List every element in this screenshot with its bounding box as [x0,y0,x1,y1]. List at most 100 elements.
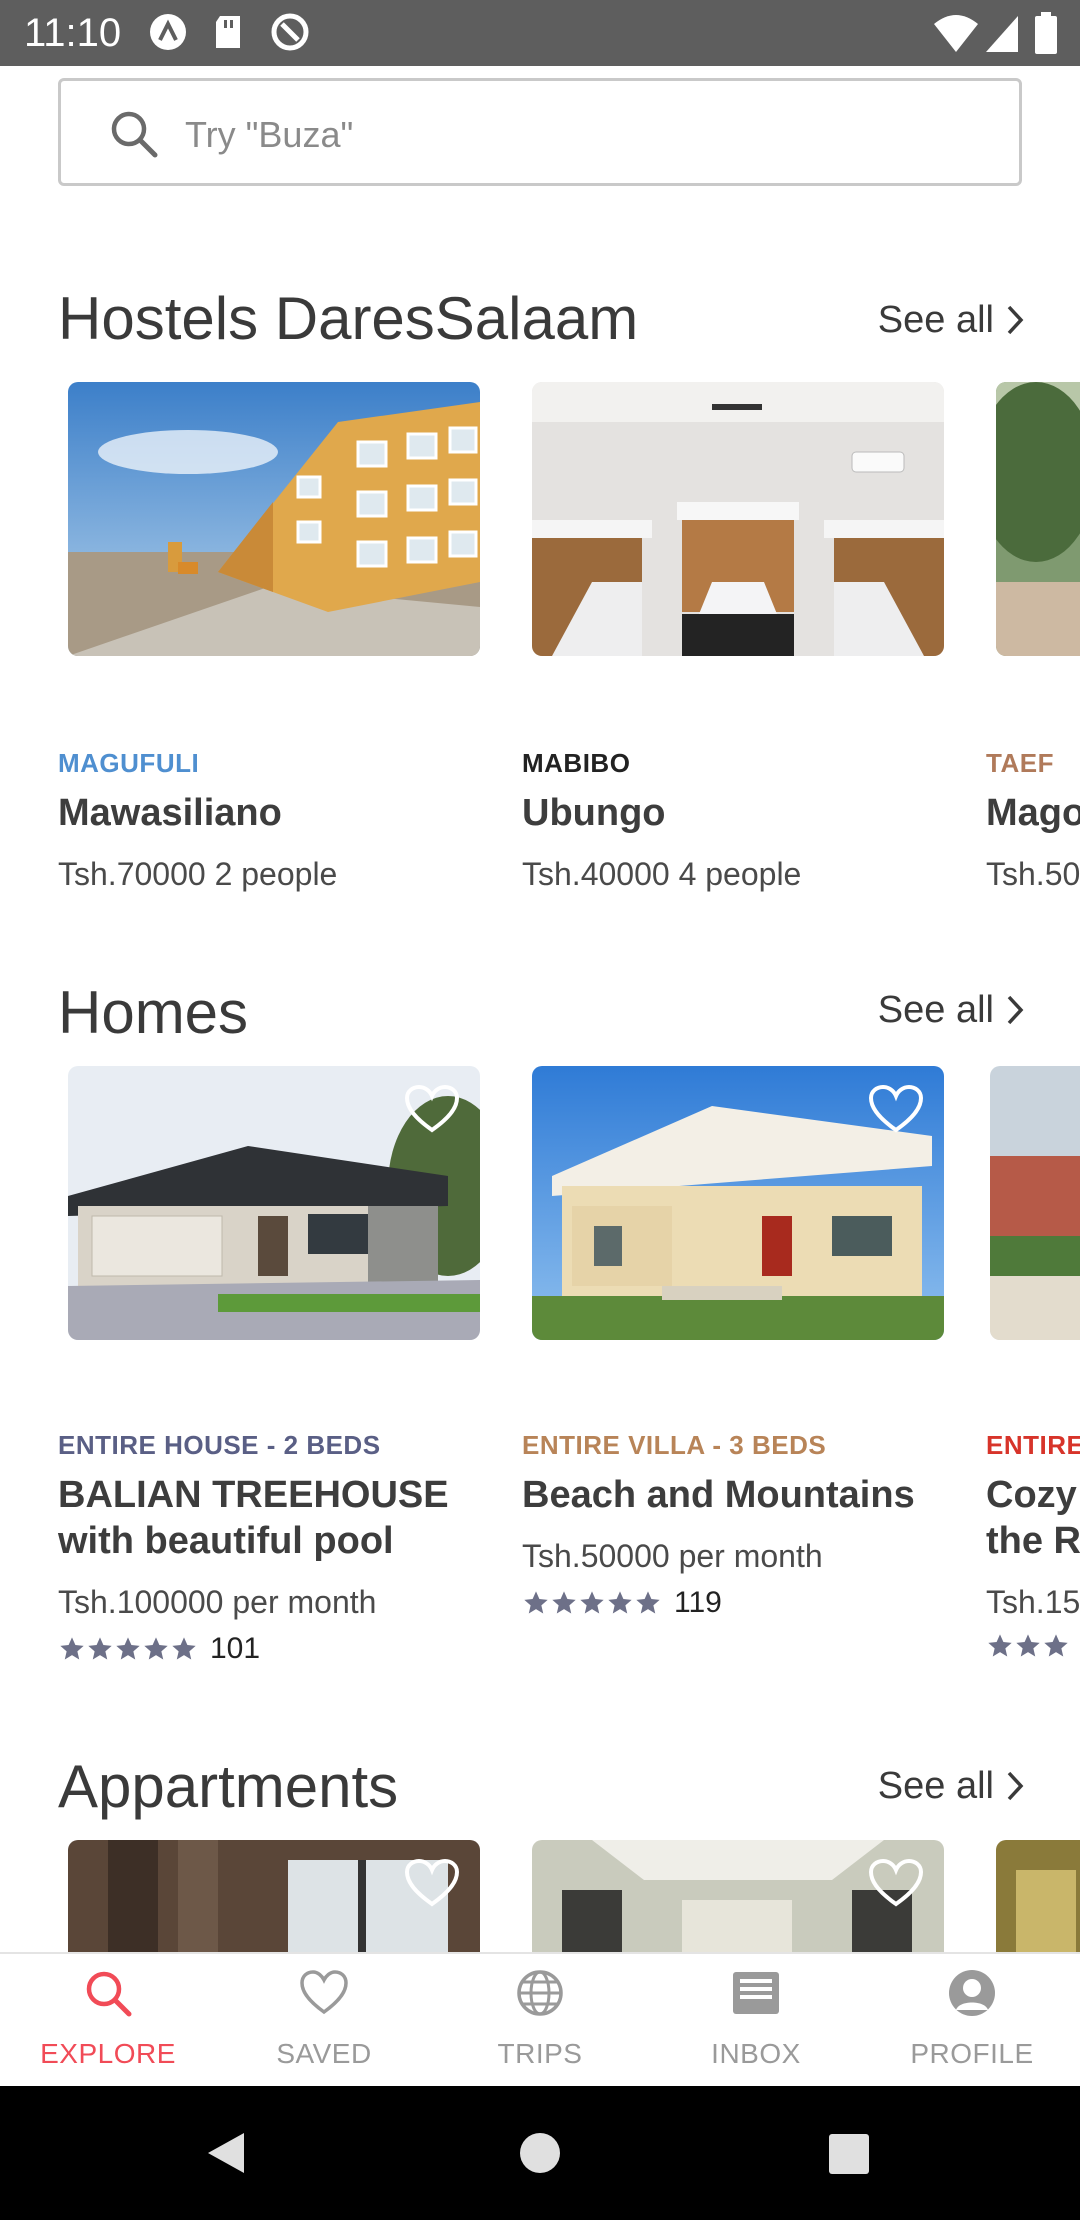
homes-see-all-button[interactable]: See all [878,980,1024,1040]
cottage-image [990,1066,1080,1340]
star-icon [172,1637,196,1660]
home-card-2-rating: 119 [522,1586,722,1620]
heart-icon [300,1970,348,2015]
apartments-section-title: Appartments [58,1753,399,1820]
profile-icon [949,1970,995,2016]
hostel-card-3-name[interactable]: Mago [986,790,1080,836]
cell-signal-icon [986,16,1018,52]
home-card-3-price: Tsh.15 [986,1584,1080,1620]
home-card-3-name-line2[interactable]: the R [986,1518,1080,1564]
sd-card-icon [216,16,240,48]
home-card-3-photo[interactable] [990,1066,1080,1340]
home-card-2-name[interactable]: Beach and Mountains [522,1472,915,1518]
see-all-label: See all [877,298,994,341]
hostel-card-2-name[interactable]: Ubungo [522,790,666,836]
star-icon [524,1591,548,1614]
recents-icon[interactable] [828,2133,870,2175]
favorite-heart-icon[interactable] [404,1858,460,1908]
apartment-room-image [996,1840,1080,1952]
star-icon [88,1637,112,1660]
hostel-card-1-photo[interactable] [68,382,480,656]
star-icon [144,1637,168,1660]
favorite-heart-icon[interactable] [868,1084,924,1134]
nav-explore-label: EXPLORE [40,2038,176,2069]
nav-trips-label: TRIPS [497,2038,583,2069]
review-count: 101 [210,1632,261,1665]
nav-profile-label: PROFILE [910,2038,1034,2069]
hostel-card-2-area: MABIBO [522,748,631,778]
chevron-right-icon [1007,305,1024,335]
hostel-card-3-price: Tsh.50 [986,856,1080,892]
hostel-building-image [68,382,480,656]
home-card-1-price: Tsh.100000 per month [58,1584,377,1620]
apartment-card-2-photo[interactable] [532,1840,944,1952]
status-bar: 11:10 [0,0,1080,66]
hostel-garden-image [996,382,1080,656]
nav-trips[interactable]: TRIPS [432,1954,648,2088]
star-icon [552,1591,576,1614]
star-icon [608,1591,632,1614]
explore-feed[interactable]: Try "Buza" Hostels DaresSalaam See all M… [0,66,1080,1952]
star-icon [580,1591,604,1614]
search-placeholder: Try "Buza" [185,114,354,155]
hostel-card-1-area: MAGUFULI [58,748,200,778]
home-card-2-price: Tsh.50000 per month [522,1538,823,1574]
hostels-see-all-button[interactable]: See all [878,290,1024,350]
see-all-label: See all [877,1764,994,1807]
home-card-3-rating [986,1632,1070,1660]
nav-inbox-label: INBOX [711,2038,801,2069]
hostel-card-1-name[interactable]: Mawasiliano [58,790,282,836]
battery-icon [1035,12,1057,54]
favorite-heart-icon[interactable] [868,1858,924,1908]
hostel-card-2-price: Tsh.40000 4 people [522,856,802,892]
star-rating [522,1589,662,1617]
hostel-card-1-price: Tsh.70000 2 people [58,856,338,892]
nav-profile[interactable]: PROFILE [864,1954,1080,2088]
back-icon[interactable] [204,2130,248,2176]
apartments-see-all-button[interactable]: See all [878,1756,1024,1816]
see-all-label: See all [877,988,994,1031]
star-icon [988,1634,1012,1657]
home-card-1-name-line2[interactable]: with beautiful pool [58,1518,394,1564]
star-rating [58,1635,198,1663]
hostel-card-3-area: TAEF [986,748,1054,778]
nav-explore[interactable]: EXPLORE [0,1954,216,2088]
star-icon [636,1591,660,1614]
wifi-icon [934,15,978,52]
home-card-1-name-line1[interactable]: BALIAN TREEHOUSE [58,1472,449,1518]
home-icon[interactable] [518,2131,562,2175]
status-time: 11:10 [24,11,122,55]
search-icon [86,1971,132,2017]
star-icon [1016,1634,1040,1657]
search-icon [111,111,158,158]
home-card-3-name-line1[interactable]: Cozy [986,1472,1077,1518]
apartment-card-3-photo[interactable] [996,1840,1080,1952]
star-icon [60,1637,84,1660]
home-card-1-rating: 101 [58,1632,260,1666]
home-card-2-type: ENTIRE VILLA - 3 BEDS [522,1430,827,1460]
review-count: 119 [674,1586,722,1619]
chevron-right-icon [1007,1771,1024,1801]
home-card-2-photo[interactable] [532,1066,944,1340]
app-notification-icon [150,14,186,50]
hostels-section-title: Hostels DaresSalaam [58,285,639,352]
sync-icon [271,13,309,51]
nav-saved-label: SAVED [276,2038,372,2069]
favorite-heart-icon[interactable] [404,1084,460,1134]
chevron-right-icon [1007,995,1024,1025]
home-card-1-type: ENTIRE HOUSE - 2 BEDS [58,1430,381,1460]
bottom-navigation: EXPLORE SAVED TRIPS INBOX PROFILE [0,1952,1080,2086]
globe-icon [517,1970,563,2016]
apartment-card-1-photo[interactable] [68,1840,480,1952]
search-input[interactable]: Try "Buza" [58,78,1022,186]
dorm-bunk-beds-image [532,382,944,656]
nav-inbox[interactable]: INBOX [648,1954,864,2088]
inbox-icon [733,1972,779,2014]
hostel-card-3-photo[interactable] [996,382,1080,656]
homes-section-title: Homes [58,979,249,1046]
hostel-card-2-photo[interactable] [532,382,944,656]
nav-saved[interactable]: SAVED [216,1954,432,2088]
star-rating [986,1632,1070,1660]
home-card-1-photo[interactable] [68,1066,480,1340]
system-navigation-bar [0,2086,1080,2220]
